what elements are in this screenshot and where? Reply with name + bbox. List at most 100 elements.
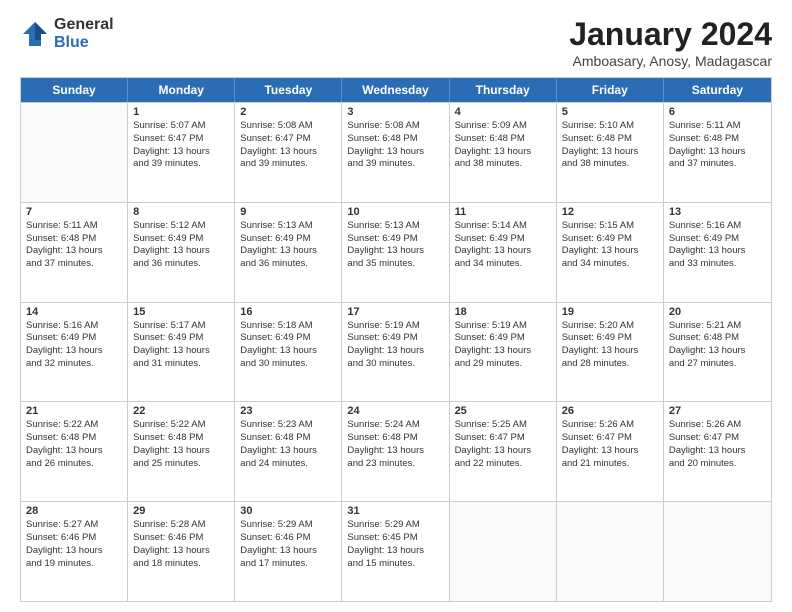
cell-info-line: Daylight: 13 hours (133, 545, 229, 558)
cell-info-line: Daylight: 13 hours (240, 245, 336, 258)
day-number: 16 (240, 306, 336, 318)
cell-info-line: Sunset: 6:48 PM (669, 332, 766, 345)
cell-info-line: Sunset: 6:49 PM (562, 332, 658, 345)
cell-info-line: Sunset: 6:49 PM (240, 332, 336, 345)
calendar-cell: 23Sunrise: 5:23 AMSunset: 6:48 PMDayligh… (235, 402, 342, 501)
calendar-cell: 18Sunrise: 5:19 AMSunset: 6:49 PMDayligh… (450, 303, 557, 402)
cell-info-line: and 35 minutes. (347, 258, 443, 271)
day-number: 27 (669, 405, 766, 417)
day-number: 19 (562, 306, 658, 318)
cell-info-line: Sunrise: 5:25 AM (455, 419, 551, 432)
calendar-cell: 28Sunrise: 5:27 AMSunset: 6:46 PMDayligh… (21, 502, 128, 601)
cell-info-line: Sunrise: 5:19 AM (347, 320, 443, 333)
cell-info-line: Sunrise: 5:28 AM (133, 519, 229, 532)
day-number: 22 (133, 405, 229, 417)
logo-icon (20, 19, 50, 49)
cell-info-line: Sunset: 6:46 PM (26, 532, 122, 545)
cell-info-line: Sunrise: 5:17 AM (133, 320, 229, 333)
cell-info-line: and 39 minutes. (347, 158, 443, 171)
cell-info-line: Daylight: 13 hours (347, 146, 443, 159)
cell-info-line: and 24 minutes. (240, 458, 336, 471)
cell-info-line: Daylight: 13 hours (133, 146, 229, 159)
header: General Blue January 2024 Amboasary, Ano… (20, 16, 772, 69)
cell-info-line: Daylight: 13 hours (347, 545, 443, 558)
calendar-cell: 19Sunrise: 5:20 AMSunset: 6:49 PMDayligh… (557, 303, 664, 402)
cell-info-line: and 20 minutes. (669, 458, 766, 471)
day-number: 5 (562, 106, 658, 118)
day-number: 23 (240, 405, 336, 417)
cell-info-line: and 23 minutes. (347, 458, 443, 471)
cell-info-line: Sunrise: 5:09 AM (455, 120, 551, 133)
cell-info-line: and 19 minutes. (26, 558, 122, 571)
logo-blue: Blue (54, 34, 114, 52)
cell-info-line: Sunrise: 5:26 AM (669, 419, 766, 432)
cell-info-line: and 27 minutes. (669, 358, 766, 371)
calendar-cell: 30Sunrise: 5:29 AMSunset: 6:46 PMDayligh… (235, 502, 342, 601)
cell-info-line: Sunrise: 5:22 AM (133, 419, 229, 432)
cell-info-line: Daylight: 13 hours (562, 445, 658, 458)
day-number: 12 (562, 206, 658, 218)
cell-info-line: and 31 minutes. (133, 358, 229, 371)
cell-info-line: and 37 minutes. (669, 158, 766, 171)
day-number: 6 (669, 106, 766, 118)
cell-info-line: Sunrise: 5:13 AM (347, 220, 443, 233)
calendar-row: 7Sunrise: 5:11 AMSunset: 6:48 PMDaylight… (21, 202, 771, 302)
cell-info-line: Sunset: 6:47 PM (669, 432, 766, 445)
calendar-cell: 25Sunrise: 5:25 AMSunset: 6:47 PMDayligh… (450, 402, 557, 501)
cell-info-line: Daylight: 13 hours (26, 245, 122, 258)
calendar-cell: 9Sunrise: 5:13 AMSunset: 6:49 PMDaylight… (235, 203, 342, 302)
cell-info-line: Sunrise: 5:19 AM (455, 320, 551, 333)
day-number: 9 (240, 206, 336, 218)
calendar-row: 1Sunrise: 5:07 AMSunset: 6:47 PMDaylight… (21, 102, 771, 202)
day-number: 17 (347, 306, 443, 318)
calendar-cell: 17Sunrise: 5:19 AMSunset: 6:49 PMDayligh… (342, 303, 449, 402)
cell-info-line: and 34 minutes. (455, 258, 551, 271)
cell-info-line: and 28 minutes. (562, 358, 658, 371)
cell-info-line: Daylight: 13 hours (669, 445, 766, 458)
cell-info-line: Sunset: 6:48 PM (26, 432, 122, 445)
cell-info-line: Daylight: 13 hours (26, 545, 122, 558)
cell-info-line: Sunset: 6:49 PM (455, 233, 551, 246)
cell-info-line: Sunrise: 5:23 AM (240, 419, 336, 432)
cell-info-line: Sunrise: 5:08 AM (240, 120, 336, 133)
cell-info-line: Sunrise: 5:22 AM (26, 419, 122, 432)
cell-info-line: Daylight: 13 hours (133, 445, 229, 458)
cell-info-line: Sunrise: 5:08 AM (347, 120, 443, 133)
calendar-cell: 11Sunrise: 5:14 AMSunset: 6:49 PMDayligh… (450, 203, 557, 302)
calendar-cell: 22Sunrise: 5:22 AMSunset: 6:48 PMDayligh… (128, 402, 235, 501)
cell-info-line: Sunset: 6:48 PM (347, 133, 443, 146)
cell-info-line: and 22 minutes. (455, 458, 551, 471)
cell-info-line: Sunrise: 5:16 AM (669, 220, 766, 233)
cell-info-line: Daylight: 13 hours (562, 345, 658, 358)
cell-info-line: Daylight: 13 hours (240, 146, 336, 159)
cell-info-line: Sunset: 6:45 PM (347, 532, 443, 545)
cell-info-line: Sunset: 6:49 PM (347, 332, 443, 345)
cell-info-line: Daylight: 13 hours (562, 245, 658, 258)
weekday-header: Tuesday (235, 78, 342, 102)
logo: General Blue (20, 16, 114, 51)
calendar-row: 28Sunrise: 5:27 AMSunset: 6:46 PMDayligh… (21, 501, 771, 601)
calendar-cell: 5Sunrise: 5:10 AMSunset: 6:48 PMDaylight… (557, 103, 664, 202)
cell-info-line: Daylight: 13 hours (26, 345, 122, 358)
cell-info-line: Sunrise: 5:29 AM (347, 519, 443, 532)
day-number: 31 (347, 505, 443, 517)
cell-info-line: Sunset: 6:49 PM (562, 233, 658, 246)
cell-info-line: and 38 minutes. (455, 158, 551, 171)
cell-info-line: Sunset: 6:49 PM (133, 233, 229, 246)
day-number: 1 (133, 106, 229, 118)
day-number: 11 (455, 206, 551, 218)
day-number: 2 (240, 106, 336, 118)
cell-info-line: Sunset: 6:48 PM (669, 133, 766, 146)
day-number: 15 (133, 306, 229, 318)
cell-info-line: Daylight: 13 hours (669, 146, 766, 159)
cell-info-line: Sunset: 6:49 PM (133, 332, 229, 345)
cell-info-line: Daylight: 13 hours (669, 345, 766, 358)
cell-info-line: Daylight: 13 hours (26, 445, 122, 458)
cell-info-line: Sunrise: 5:14 AM (455, 220, 551, 233)
calendar-cell: 4Sunrise: 5:09 AMSunset: 6:48 PMDaylight… (450, 103, 557, 202)
cell-info-line: and 21 minutes. (562, 458, 658, 471)
calendar-cell: 31 Sunrise: 5:29 AMSunset: 6:45 PMDayligh… (342, 502, 449, 601)
cell-info-line: Daylight: 13 hours (240, 445, 336, 458)
cell-info-line: Sunset: 6:49 PM (26, 332, 122, 345)
day-number: 20 (669, 306, 766, 318)
